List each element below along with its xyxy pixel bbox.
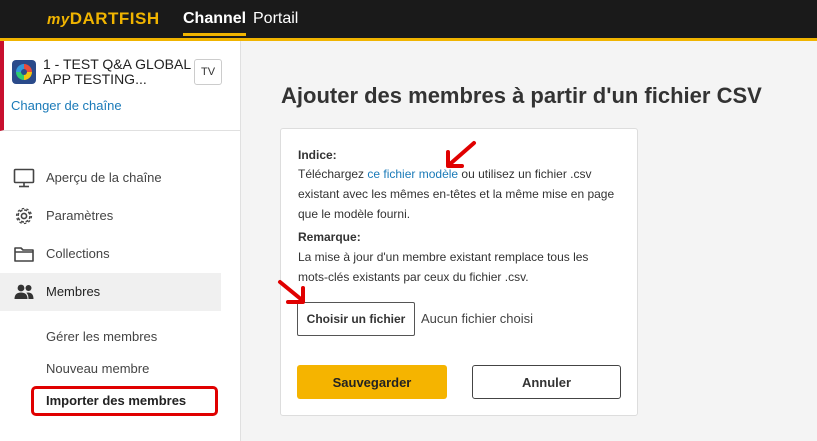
no-file-chosen-label: Aucun fichier choisi [421,311,533,326]
sidebar-item-collections[interactable]: Collections [0,235,221,273]
save-button[interactable]: Sauvegarder [297,365,447,399]
channel-selector: 1 - TEST Q&A GLOBAL APP TESTING... TV Ch… [0,41,240,131]
sidebar-subitem-manage-members[interactable]: Gérer les membres [46,329,157,344]
hint-heading: Indice: [298,148,337,162]
mydartfish-logo[interactable]: myDARTFISH [47,9,160,29]
sidebar-item-label: Aperçu de la chaîne [46,170,162,185]
page-title: Ajouter des membres à partir d'un fichie… [281,83,762,108]
gear-icon [15,207,33,225]
sidebar-item-channel-overview[interactable]: Aperçu de la chaîne [0,159,221,197]
users-icon [14,284,34,299]
top-bar: myDARTFISH Channel Portail [0,0,817,41]
red-arrow-annotation [278,280,305,304]
note-line-2: mots-clés existants par ceux du fichier … [298,270,529,284]
tab-portail[interactable]: Portail [253,10,298,28]
sidebar-subitem-new-member[interactable]: Nouveau membre [46,361,149,376]
hint-line-3: que le modèle fourni. [298,207,411,221]
sidebar-item-members[interactable]: Membres [0,273,221,311]
monitor-icon [13,168,35,188]
sidebar-item-label: Membres [46,284,101,299]
cancel-button[interactable]: Annuler [472,365,621,399]
note-heading: Remarque: [298,230,361,244]
sidebar: 1 - TEST Q&A GLOBAL APP TESTING... TV Ch… [0,41,241,441]
sidebar-item-settings[interactable]: Paramètres [0,197,221,235]
hint-line-2: existant avec les mêmes en-têtes et la m… [298,187,615,201]
tab-channel[interactable]: Channel [183,10,247,36]
sidebar-item-label: Collections [46,246,110,261]
folder-icon [14,247,34,262]
change-channel-link[interactable]: Changer de chaîne [11,98,122,113]
choose-file-button[interactable]: Choisir un fichier [297,302,415,336]
channel-name: 1 - TEST Q&A GLOBAL APP TESTING... [43,56,191,87]
note-line-1: La mise à jour d'un membre existant remp… [298,250,589,264]
red-highlight-box [31,386,218,416]
sidebar-item-label: Paramètres [46,208,114,223]
channel-avatar [12,60,36,84]
tv-badge: TV [194,59,222,85]
red-arrow-annotation [446,141,476,168]
